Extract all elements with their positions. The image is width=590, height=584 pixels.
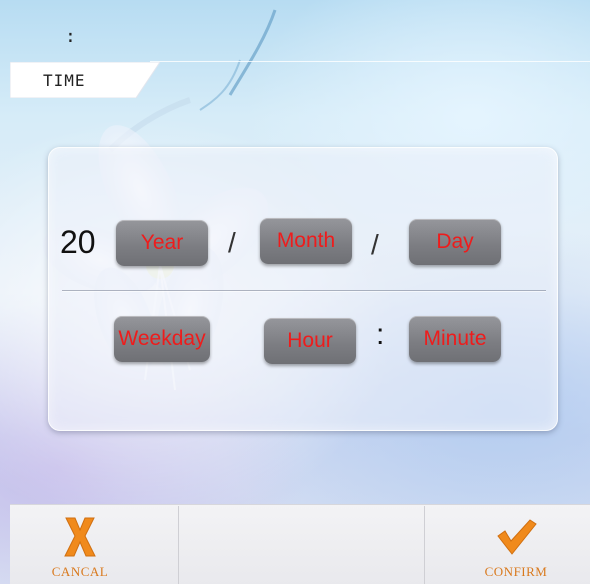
time-tab: TIME (10, 62, 160, 98)
minute-field[interactable]: Minute (409, 316, 501, 362)
confirm-label: CONFIRM (484, 564, 548, 579)
cancel-label: CANCAL (51, 564, 109, 579)
day-field[interactable]: Day (409, 219, 501, 265)
date-separator: / (371, 229, 379, 260)
header-divider (150, 61, 590, 62)
panel-divider (62, 290, 546, 291)
checkmark-icon (497, 519, 537, 555)
action-bar-divider (424, 506, 425, 584)
month-field[interactable]: Month (260, 218, 352, 264)
time-tab-label: TIME (43, 71, 86, 90)
close-x-icon (64, 517, 96, 557)
year-field[interactable]: Year (116, 220, 208, 266)
time-settings-panel (48, 147, 558, 431)
date-separator: / (228, 227, 236, 258)
hour-field[interactable]: Hour (264, 318, 356, 364)
time-settings-screen: : TIME 20 Year / Month / Day Weekday Hou… (0, 0, 590, 584)
year-prefix: 20 (60, 224, 96, 260)
weekday-field[interactable]: Weekday (114, 316, 210, 362)
action-bar-divider (178, 506, 179, 584)
cancel-button[interactable]: CANCAL (30, 508, 130, 584)
confirm-button[interactable]: CONFIRM (466, 508, 566, 584)
header-status-text: : (65, 26, 76, 47)
time-separator: : (376, 318, 385, 351)
